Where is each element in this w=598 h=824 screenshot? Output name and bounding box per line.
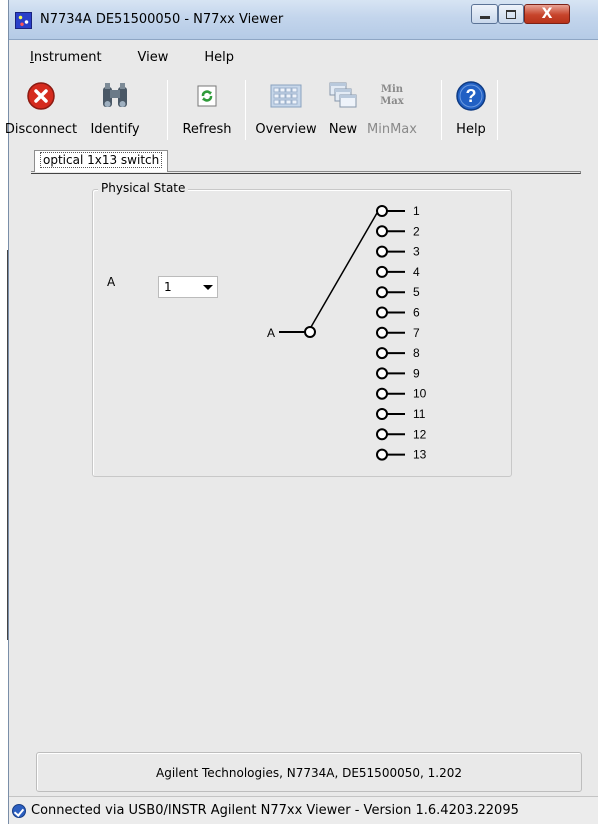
disconnect-button[interactable]: Disconnect bbox=[1, 76, 81, 142]
menu-instrument[interactable]: Instrument bbox=[9, 47, 116, 69]
close-icon: X bbox=[541, 6, 553, 22]
tab-strip: optical 1x13 switch bbox=[9, 146, 598, 176]
overview-icon bbox=[270, 80, 302, 112]
toolbar-separator bbox=[497, 80, 498, 140]
refresh-button[interactable]: Refresh bbox=[173, 76, 241, 142]
instrument-info-panel: Agilent Technologies, N7734A, DE51500050… bbox=[36, 752, 582, 792]
minimize-button[interactable] bbox=[471, 4, 498, 24]
toolbar-separator bbox=[167, 80, 168, 140]
new-button[interactable]: New bbox=[323, 76, 363, 142]
toolbar: Disconnect Identify Refresh Overview New… bbox=[5, 76, 598, 144]
connected-icon bbox=[12, 804, 26, 818]
port-select[interactable]: 1 bbox=[158, 276, 218, 298]
menu-view[interactable]: View bbox=[116, 47, 183, 69]
title-bar[interactable]: N7734A DE51500050 - N77xx Viewer X bbox=[9, 0, 598, 40]
background-window-edge bbox=[0, 250, 8, 640]
new-window-icon bbox=[327, 80, 359, 112]
help-button[interactable]: ? Help bbox=[447, 76, 495, 142]
menu-bar: Instrument View Help bbox=[9, 47, 248, 69]
tab-optical-switch[interactable]: optical 1x13 switch bbox=[34, 150, 169, 172]
toolbar-separator bbox=[441, 80, 442, 140]
help-icon: ? bbox=[455, 80, 487, 112]
app-icon bbox=[15, 12, 32, 29]
physical-state-group bbox=[92, 189, 512, 477]
svg-text:?: ? bbox=[466, 86, 477, 106]
identify-button[interactable]: Identify bbox=[83, 76, 147, 142]
menu-help[interactable]: Help bbox=[182, 47, 248, 69]
disconnect-icon bbox=[25, 80, 57, 112]
binoculars-icon bbox=[99, 80, 131, 112]
refresh-icon bbox=[191, 80, 223, 112]
close-button[interactable]: X bbox=[524, 4, 570, 24]
group-legend: Physical State bbox=[98, 181, 189, 195]
overview-button[interactable]: Overview bbox=[251, 76, 321, 142]
minimize-icon bbox=[479, 15, 490, 19]
instrument-info-text: Agilent Technologies, N7734A, DE51500050… bbox=[156, 766, 462, 780]
minmax-icon: Min Max bbox=[380, 84, 404, 107]
main-window: N7734A DE51500050 - N77xx Viewer X Instr… bbox=[5, 0, 598, 824]
maximize-button[interactable] bbox=[498, 4, 524, 24]
input-label: A bbox=[107, 275, 116, 289]
status-bar: Connected via USB0/INSTR Agilent N77xx V… bbox=[9, 796, 598, 824]
minmax-button[interactable]: Min Max MinMax bbox=[365, 76, 419, 142]
maximize-icon bbox=[506, 9, 516, 19]
toolbar-separator bbox=[245, 80, 246, 140]
port-select-value: 1 bbox=[164, 280, 172, 294]
chevron-down-icon bbox=[203, 285, 213, 290]
window-title: N7734A DE51500050 - N77xx Viewer bbox=[40, 12, 284, 27]
status-text: Connected via USB0/INSTR Agilent N77xx V… bbox=[31, 803, 519, 818]
